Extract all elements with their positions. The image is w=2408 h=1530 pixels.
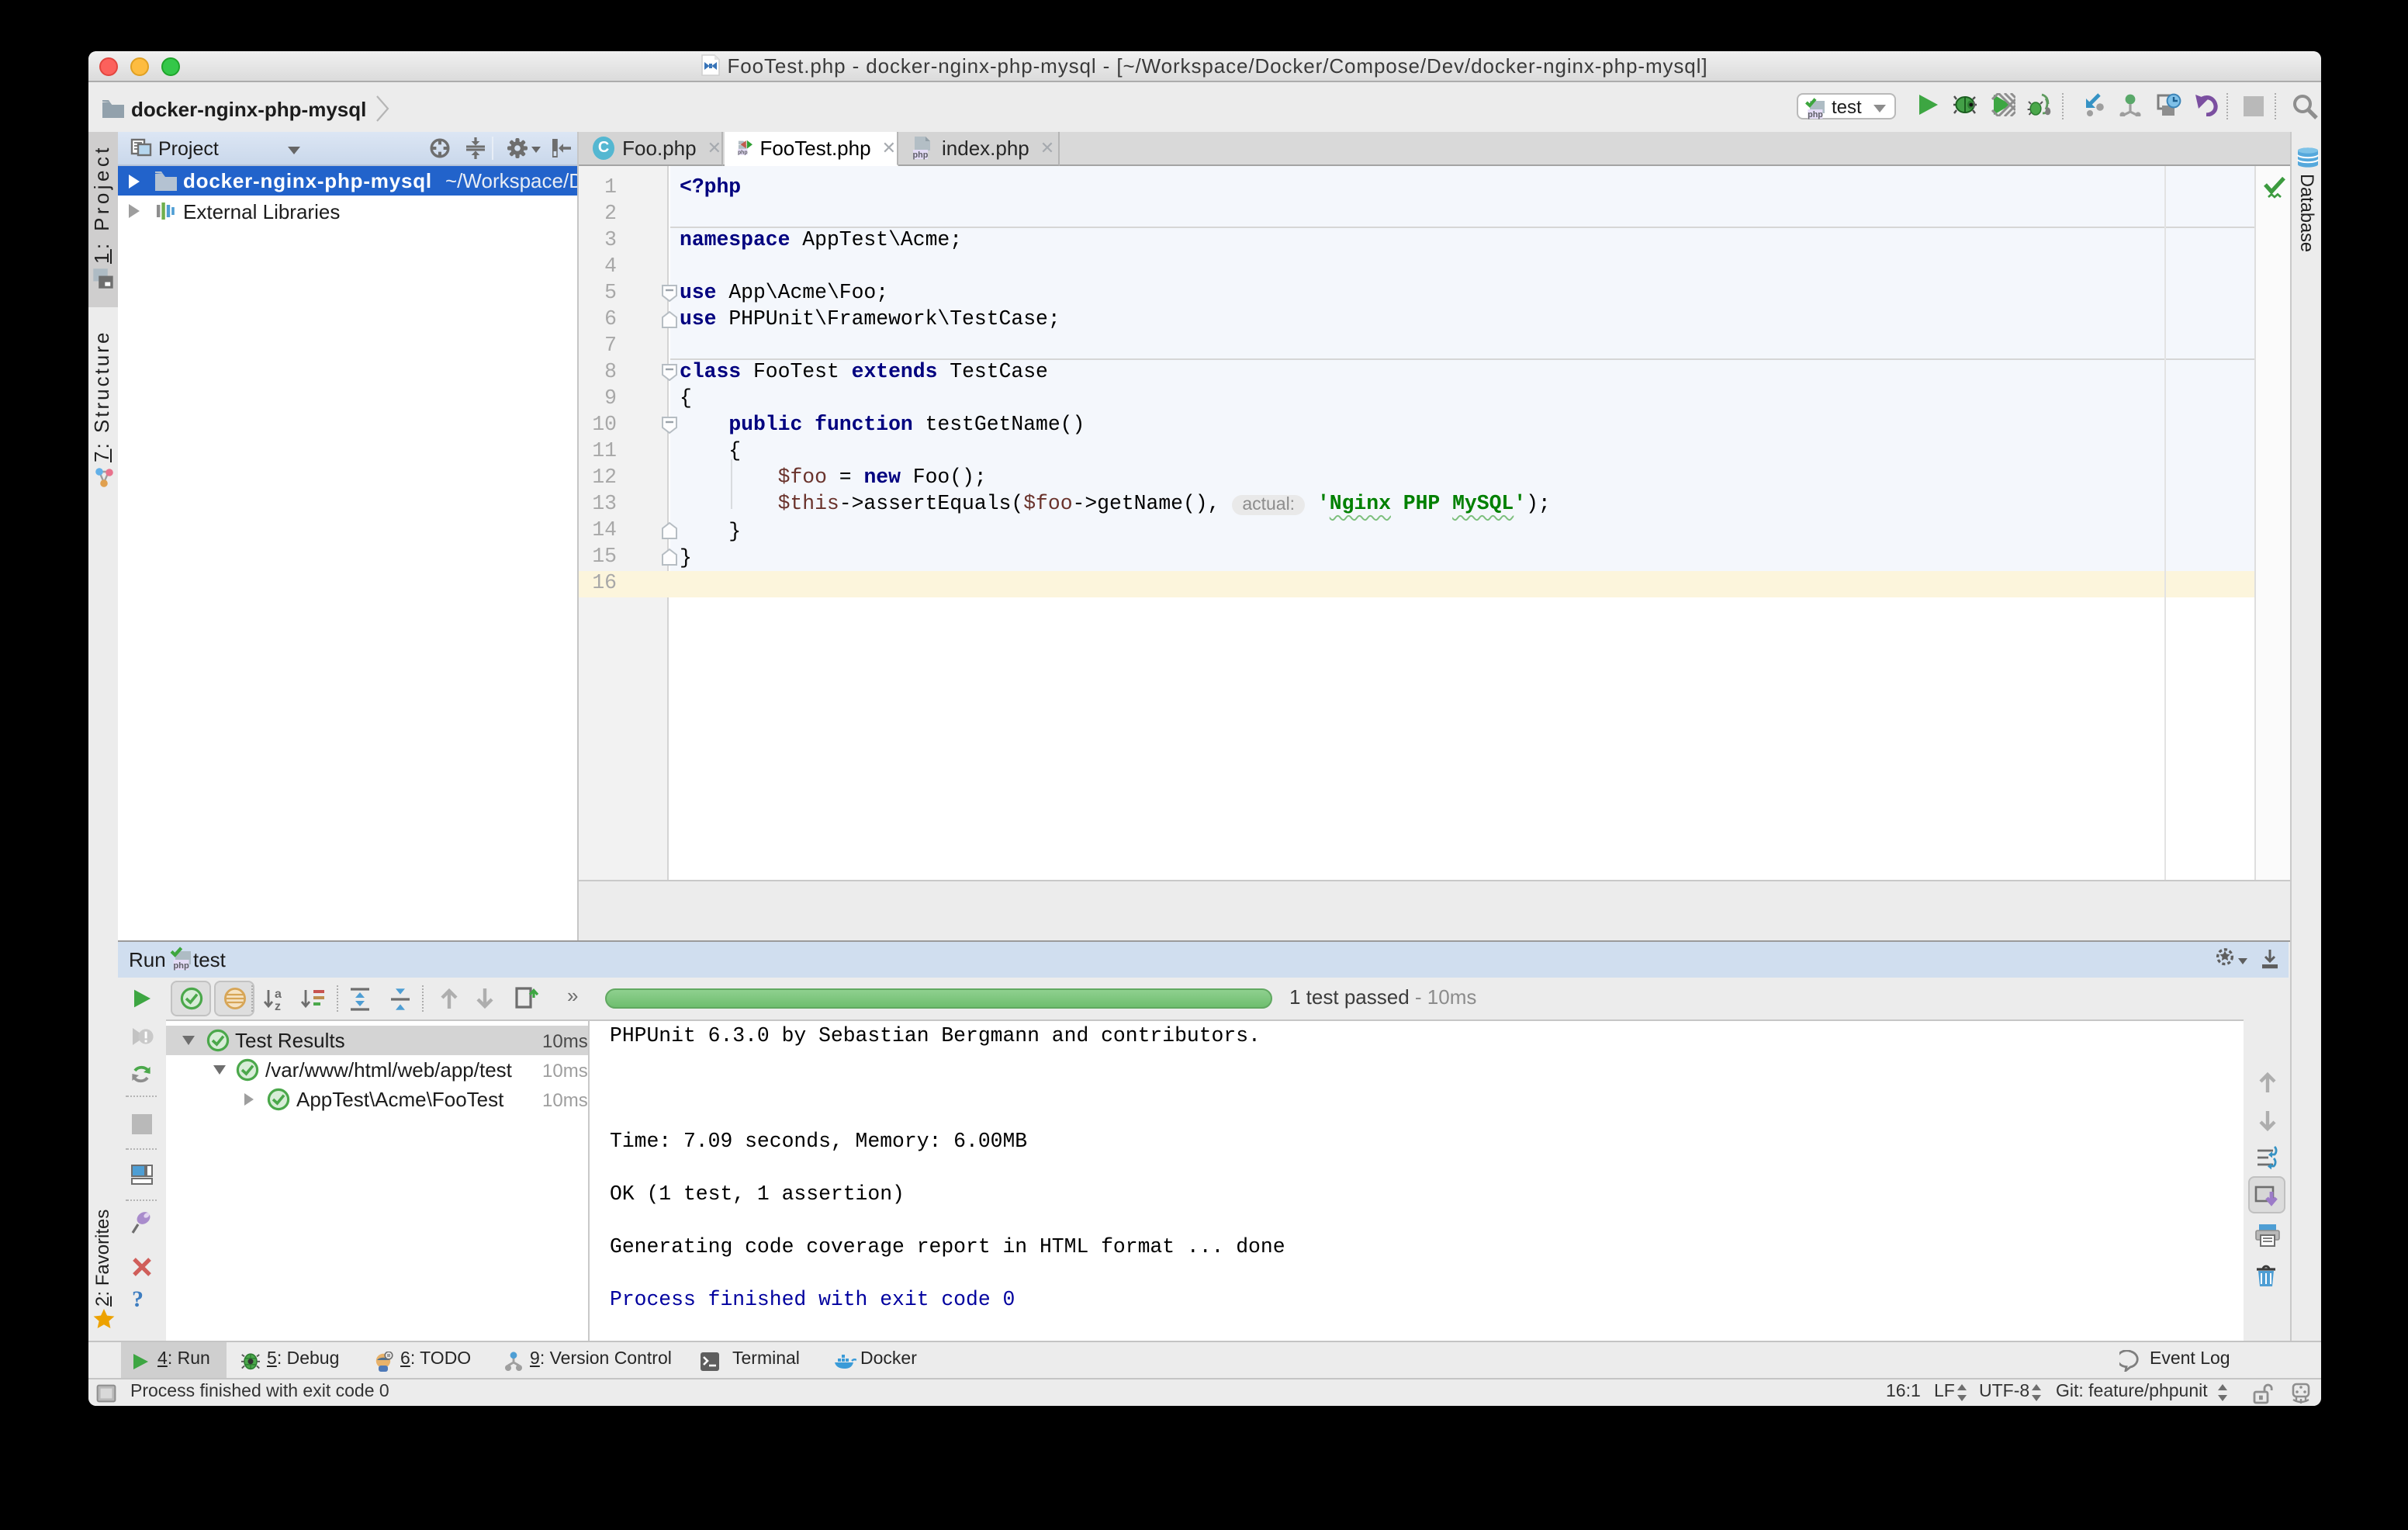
svg-text:php: php [1807, 109, 1822, 119]
svg-text:php: php [172, 961, 189, 971]
svg-text:z: z [275, 999, 281, 1011]
svg-text:a: a [275, 987, 282, 1000]
svg-text:php: php [913, 151, 929, 161]
svg-text:php: php [737, 151, 747, 156]
